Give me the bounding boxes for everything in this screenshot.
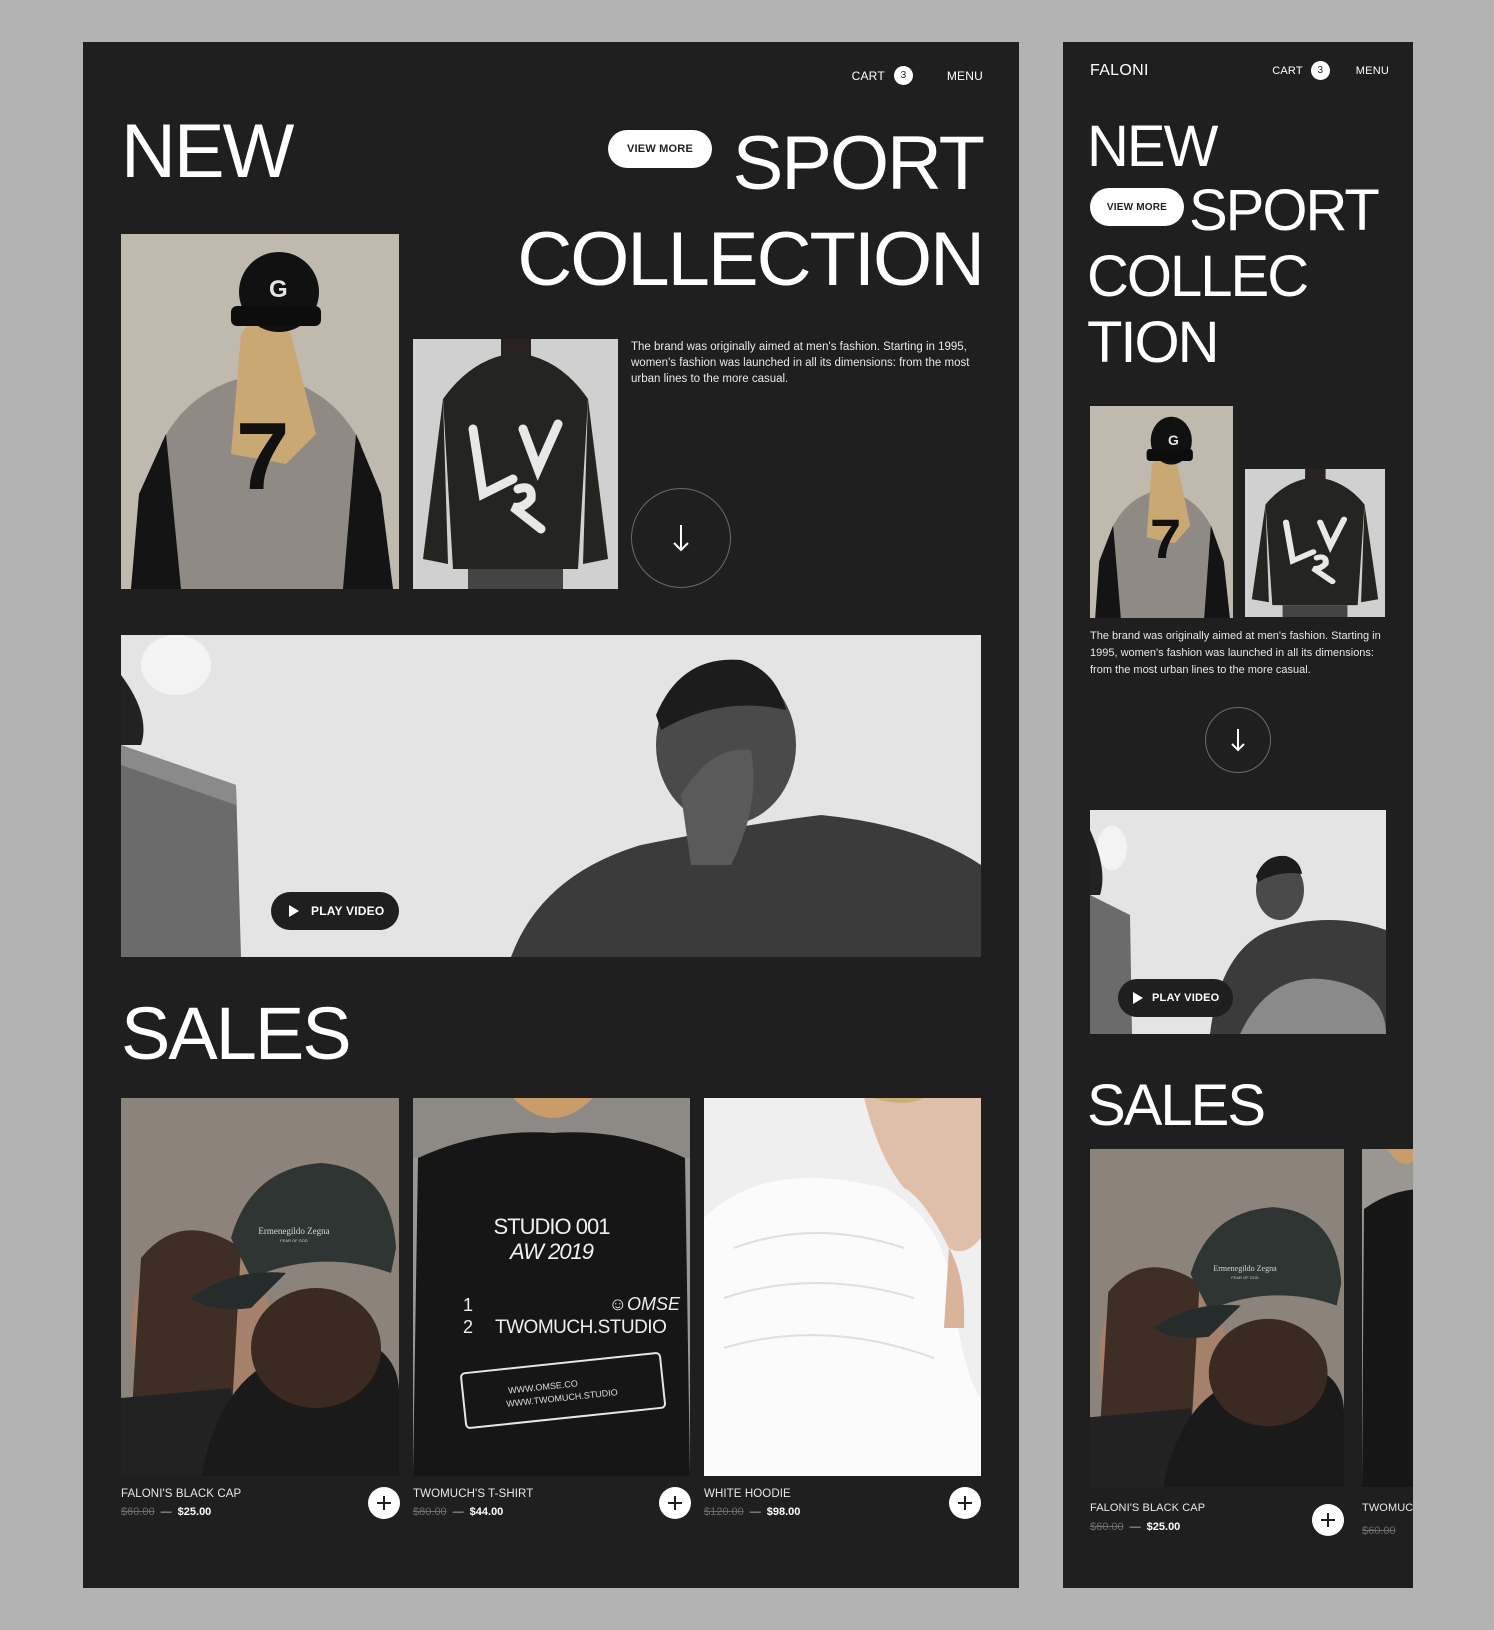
- price-separator: —: [160, 1506, 172, 1518]
- old-price: $80.00: [413, 1506, 447, 1518]
- sale-price: $98.00: [766, 1506, 801, 1518]
- price-row: $120.00 — $98.00: [704, 1506, 800, 1518]
- sale-price: $25.00: [177, 1506, 212, 1518]
- cart-label: CART: [1272, 64, 1303, 77]
- cap-logo-subtext: FEAR OF GOD: [280, 1238, 308, 1243]
- hero-description: The brand was originally aimed at men's …: [631, 341, 970, 385]
- cap-logo-subtext: FEAR OF GOD: [1231, 1275, 1259, 1280]
- cart-label: CART: [851, 68, 885, 83]
- sweater-photo: [413, 339, 618, 589]
- price-separator: —: [749, 1506, 761, 1518]
- play-video-label: PLAY VIDEO: [311, 904, 385, 918]
- tee-num-1-text: 1: [463, 1295, 474, 1315]
- cart-count-badge: 3: [893, 66, 913, 85]
- hero-description: The brand was originally aimed at men's …: [1090, 630, 1381, 676]
- cap-letter-text: G: [269, 276, 288, 303]
- product-name: TWOMUCH'S T-SHIRT: [413, 1488, 534, 1500]
- sales-title: SALES: [121, 992, 352, 1075]
- cap-logo-text: Ermenegildo Zegna: [1213, 1264, 1277, 1273]
- old-price: $120.00: [704, 1506, 744, 1518]
- cart-link[interactable]: CART 3: [852, 66, 913, 85]
- add-to-cart-button[interactable]: [1312, 1504, 1344, 1536]
- hero-word-sport: SPORT: [1189, 178, 1380, 243]
- play-video-button[interactable]: PLAY VIDEO: [1118, 979, 1233, 1017]
- old-price: $60.00: [1362, 1525, 1396, 1537]
- arrow-down-icon: [1231, 729, 1245, 752]
- jersey-number-text: 7: [1150, 507, 1182, 570]
- product-photo-tshirt[interactable]: STUDIO 001 AW 2019 1 2 ☺OMSE TWOMUCH.STU…: [413, 1098, 690, 1476]
- price-row: $60.00 — $25.00: [1090, 1521, 1205, 1533]
- play-icon: [1133, 992, 1143, 1004]
- product-photo-hoodie[interactable]: [704, 1098, 981, 1476]
- hero-word-new: NEW: [121, 109, 294, 194]
- product-card-2-info-partial: TWOMUC $60.00: [1362, 1502, 1413, 1539]
- jersey-number-text: 7: [236, 403, 290, 510]
- add-to-cart-button[interactable]: [949, 1487, 981, 1519]
- cart-link[interactable]: CART 3: [1272, 61, 1330, 80]
- tee-brand-text: TWOMUCH.STUDIO: [495, 1317, 667, 1338]
- play-icon: [289, 905, 299, 917]
- product-card-2-info: TWOMUCH'S T-SHIRT $80.00 — $44.00: [413, 1488, 533, 1518]
- view-more-button[interactable]: VIEW MORE: [608, 130, 712, 168]
- hero-word-collection: COLLECTION: [517, 217, 985, 302]
- view-more-button[interactable]: VIEW MORE: [1090, 188, 1184, 226]
- menu-button[interactable]: MENU: [1356, 65, 1389, 77]
- brand-logo[interactable]: FALONI: [1090, 62, 1149, 80]
- hero-word-new: NEW: [1087, 114, 1218, 179]
- old-price: $60.00: [121, 1506, 155, 1518]
- product-photo-cap[interactable]: Ermenegildo Zegna FEAR OF GOD: [121, 1098, 399, 1476]
- add-to-cart-button[interactable]: [659, 1487, 691, 1519]
- product-name: FALONI'S BLACK CAP: [121, 1488, 242, 1500]
- hero-word-collec: COLLEC: [1087, 244, 1309, 309]
- tee-studio-text: STUDIO 001: [493, 1214, 611, 1239]
- desktop-frame: CART 3 MENU NEW VIEW MORE SPORT COLLECTI…: [83, 42, 1019, 1588]
- add-to-cart-button[interactable]: [368, 1487, 400, 1519]
- price-separator: —: [452, 1506, 464, 1518]
- product-name: FALONI'S BLACK CAP: [1090, 1502, 1206, 1514]
- cap-logo-text: Ermenegildo Zegna: [258, 1226, 330, 1236]
- product-name: WHITE HOODIE: [704, 1488, 791, 1500]
- price-separator: —: [1129, 1521, 1141, 1533]
- price-row: $60.00 — $25.00: [121, 1506, 241, 1518]
- cap-letter-text: G: [1168, 432, 1179, 448]
- tee-omse-text: ☺OMSE: [608, 1294, 680, 1314]
- price-row: $60.00: [1362, 1521, 1413, 1539]
- product-photo-cap[interactable]: Ermenegildo Zegna FEAR OF GOD: [1090, 1149, 1344, 1487]
- sweater-photo: [1245, 469, 1385, 617]
- hero-word-sport: SPORT: [732, 121, 985, 206]
- price-row: $80.00 — $44.00: [413, 1506, 533, 1518]
- old-price: $60.00: [1090, 1521, 1124, 1533]
- arrow-down-icon: [673, 525, 689, 552]
- sale-price: $25.00: [1146, 1521, 1181, 1533]
- mobile-top-nav: CART 3 MENU: [1272, 61, 1389, 80]
- scroll-down-button[interactable]: [1205, 707, 1271, 773]
- hero-word-tion: TION: [1087, 310, 1220, 375]
- play-video-label: PLAY VIDEO: [1152, 992, 1220, 1004]
- product-photo-tshirt-partial[interactable]: [1362, 1149, 1413, 1487]
- jersey-photo: 7 G: [121, 234, 399, 589]
- menu-button[interactable]: MENU: [947, 69, 983, 83]
- sale-price: $44.00: [469, 1506, 504, 1518]
- top-nav: CART 3 MENU: [852, 66, 983, 85]
- product-card-3-info: WHITE HOODIE $120.00 — $98.00: [704, 1488, 800, 1518]
- play-video-button[interactable]: PLAY VIDEO: [271, 892, 399, 930]
- product-card-1-info: FALONI'S BLACK CAP $60.00 — $25.00: [1090, 1502, 1205, 1533]
- tee-num-2-text: 2: [463, 1317, 474, 1337]
- video-banner[interactable]: [121, 635, 981, 957]
- product-name: TWOMUC: [1362, 1502, 1413, 1514]
- sales-title: SALES: [1087, 1073, 1266, 1138]
- cart-count-badge: 3: [1310, 61, 1330, 80]
- scroll-down-button[interactable]: [631, 488, 731, 588]
- mobile-frame: FALONI CART 3 MENU NEW VIEW MORE SPORT C…: [1063, 42, 1413, 1588]
- tee-season-text: AW 2019: [509, 1239, 594, 1264]
- jersey-photo: 7 G: [1090, 406, 1233, 618]
- product-card-1-info: FALONI'S BLACK CAP $60.00 — $25.00: [121, 1488, 241, 1518]
